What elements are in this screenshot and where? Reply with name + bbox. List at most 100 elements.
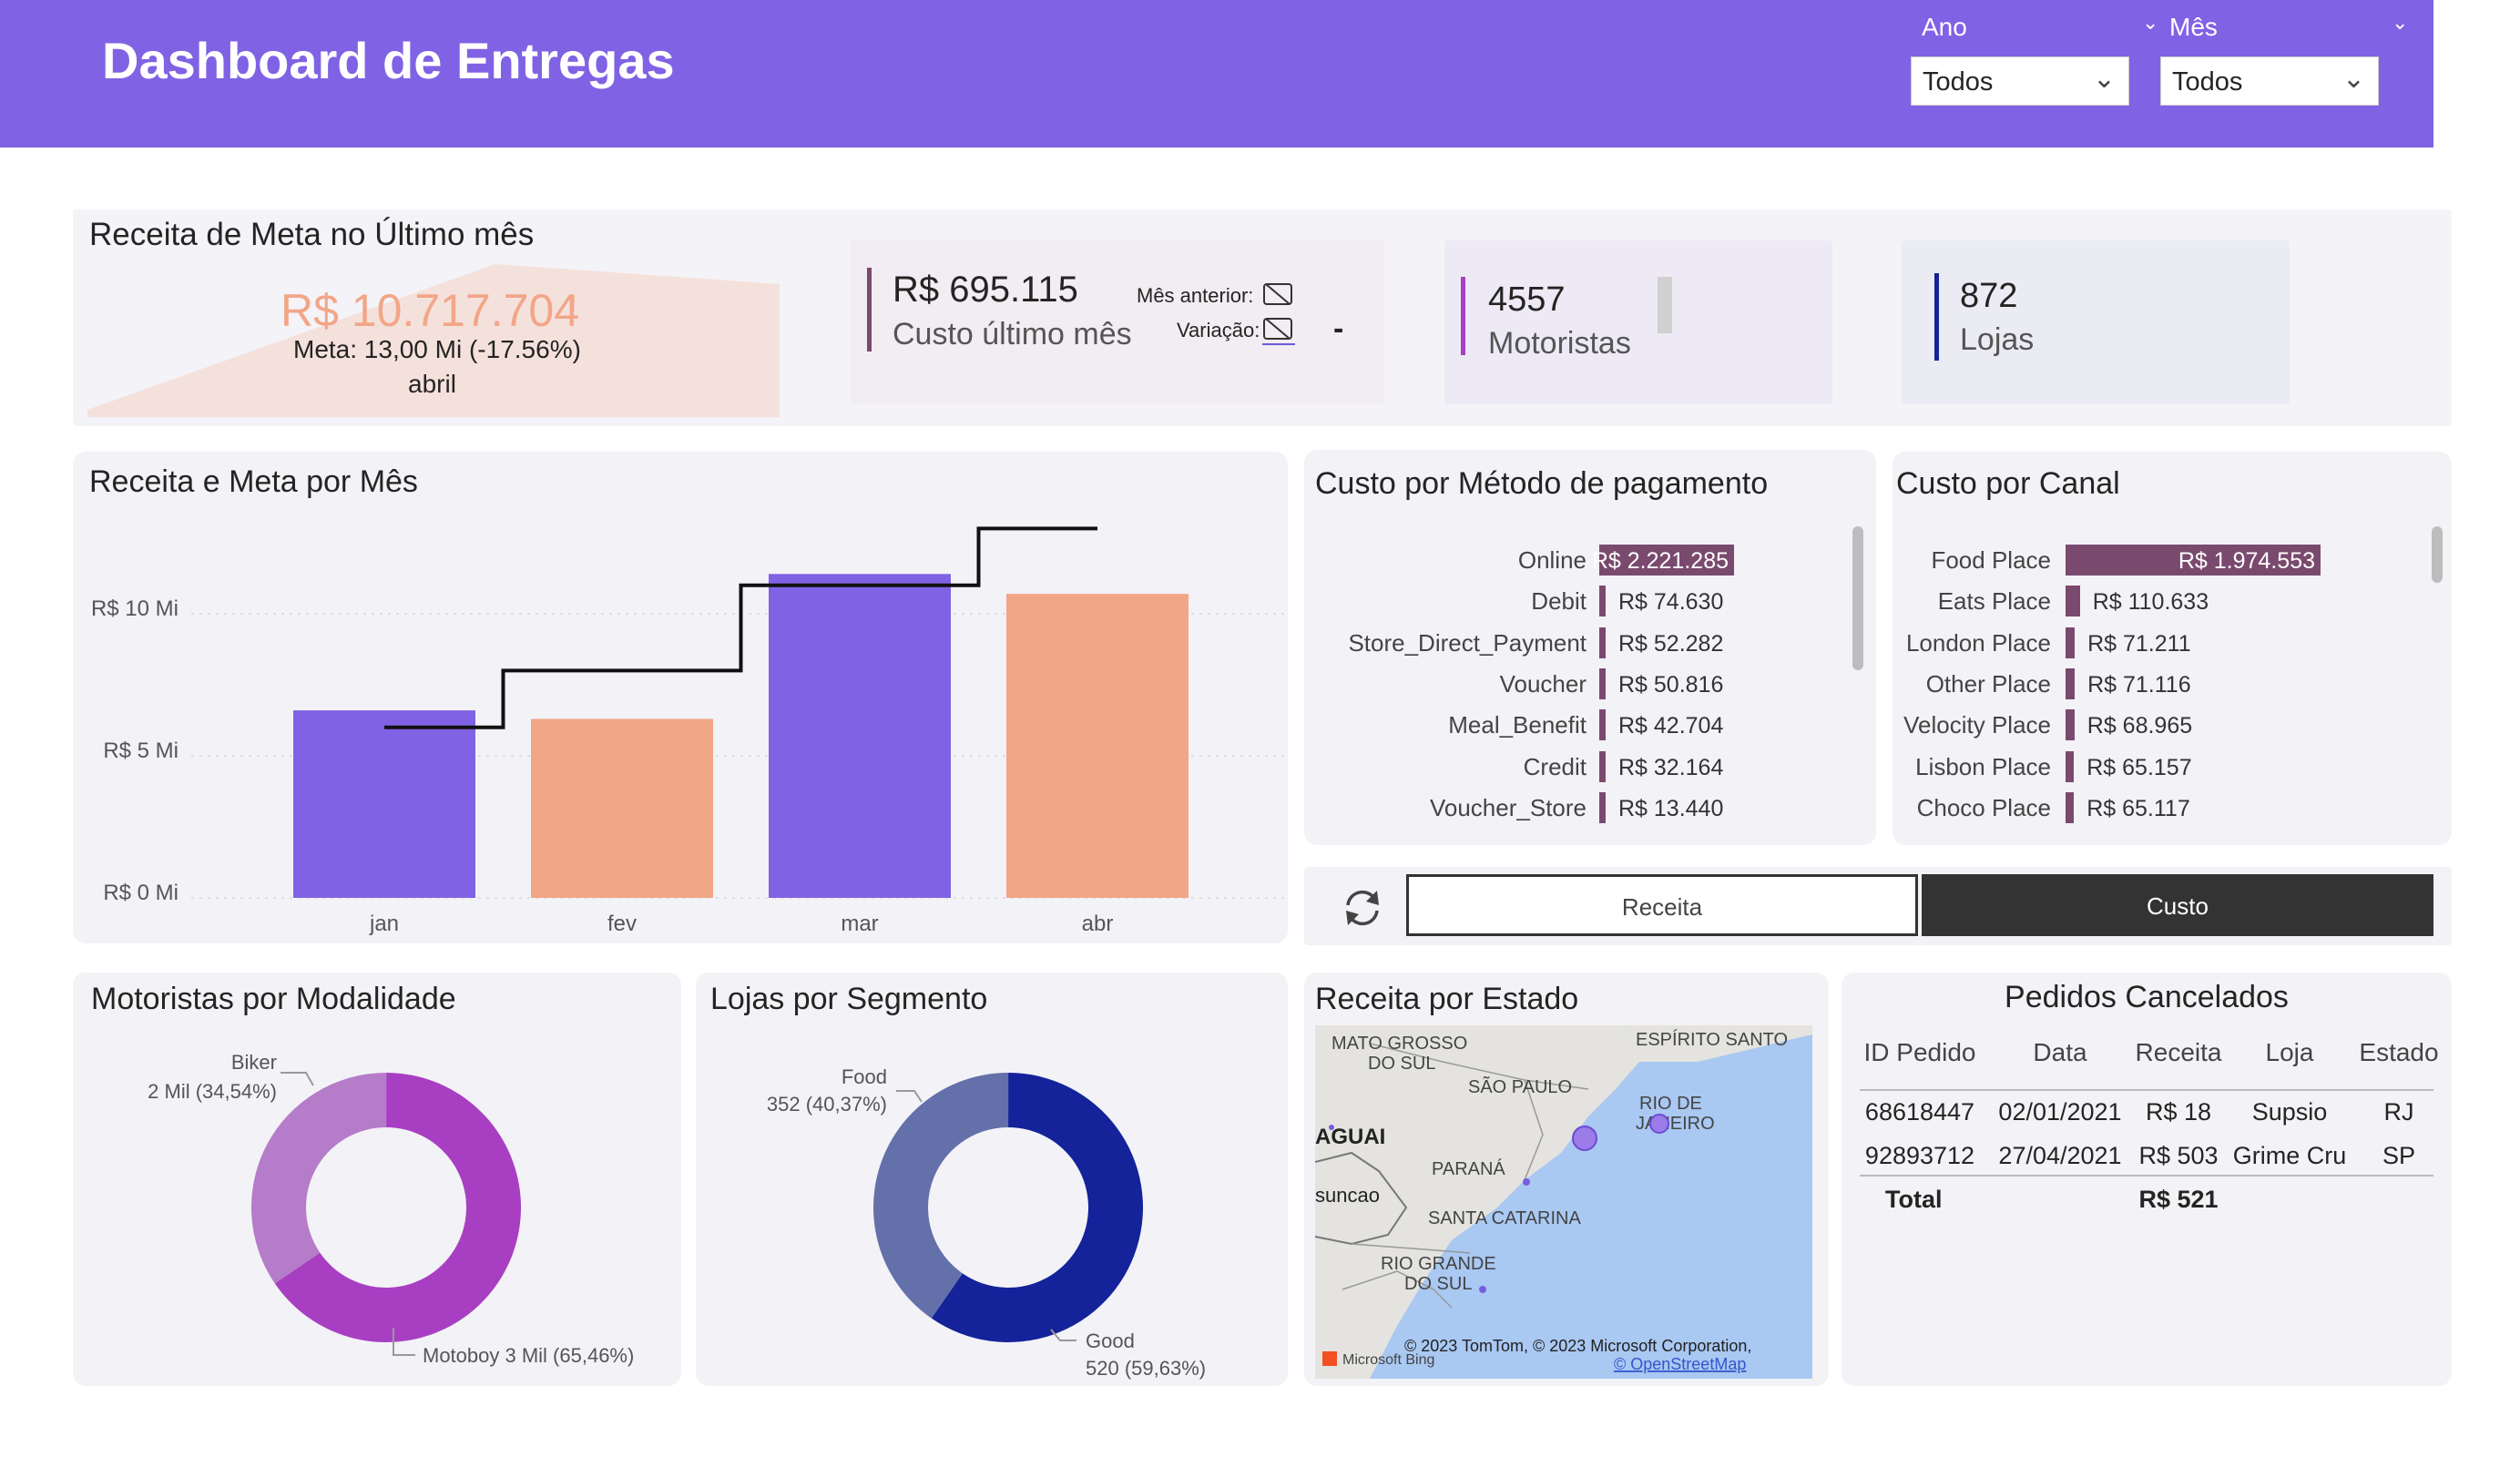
row-label: Meal_Benefit bbox=[1448, 711, 1586, 739]
filter-mes-dropdown[interactable]: Todos ⌄ bbox=[2160, 56, 2379, 106]
row-label: Choco Place bbox=[1916, 793, 2051, 821]
alert-icon: ! bbox=[568, 288, 578, 325]
map-place-label: JANEIRO bbox=[1636, 1114, 1715, 1134]
custo-toggle-button[interactable]: Custo bbox=[1922, 874, 2433, 936]
chevron-down-icon: ⌄ bbox=[2092, 64, 2116, 94]
map-place-label: AGUAI bbox=[1315, 1125, 1385, 1149]
slice-label: Biker bbox=[231, 1051, 277, 1074]
row-value: R$ 71.211 bbox=[2087, 630, 2191, 657]
map-place-label: SÃO PAULO bbox=[1468, 1075, 1572, 1097]
receita-meta-chart: R$ 0 Mi R$ 5 Mi R$ 10 Mi jan fev mar abr bbox=[91, 526, 1284, 936]
y-tick-label: R$ 0 Mi bbox=[103, 881, 179, 905]
kpi-accent-bar bbox=[1934, 273, 1939, 361]
x-tick-label: jan bbox=[369, 912, 399, 936]
table-cell: 92893712 bbox=[1864, 1142, 1975, 1169]
slice-value-label: 520 (59,63%) bbox=[1086, 1357, 1206, 1380]
filter-mes-label: Mês bbox=[2169, 13, 2218, 41]
filter-ano-value: Todos bbox=[1923, 67, 1994, 97]
kpi-mini-bar bbox=[1658, 277, 1672, 333]
filter-mes-value: Todos bbox=[2172, 67, 2243, 97]
slice-biker bbox=[251, 1073, 387, 1284]
bar-voucher_store[interactable] bbox=[1599, 791, 1606, 823]
estado-title: Receita por Estado bbox=[1315, 982, 1579, 1016]
estado-map[interactable]: MATO GROSSO DO SUL ESPÍRITO SANTO SÃO PA… bbox=[1315, 1025, 1812, 1379]
slice-label: Good bbox=[1086, 1330, 1135, 1352]
filter-ano-dropdown[interactable]: Todos ⌄ bbox=[1911, 56, 2129, 106]
canal-title: Custo por Canal bbox=[1896, 466, 2120, 501]
bar-london-place[interactable] bbox=[2066, 627, 2076, 658]
x-tick-label: abr bbox=[1082, 912, 1114, 936]
map-place-label: SANTA CATARINA bbox=[1428, 1208, 1581, 1228]
map-place-label: DO SUL bbox=[1404, 1274, 1472, 1294]
map-place-label: RIO DE bbox=[1639, 1094, 1702, 1114]
kpi-prev-label: Mês anterior: bbox=[1137, 284, 1254, 307]
no-data-icon bbox=[1262, 318, 1295, 345]
kpi-motoristas-label: Motoristas bbox=[1488, 326, 1631, 361]
row-label: Food Place bbox=[1931, 546, 2051, 574]
row-label: Credit bbox=[1523, 752, 1586, 780]
total-label: Total bbox=[1885, 1186, 1943, 1213]
custo-toggle-label: Custo bbox=[2147, 892, 2209, 920]
map-place-label: RIO GRANDE bbox=[1381, 1254, 1496, 1274]
cancelados-title: Pedidos Cancelados bbox=[2005, 980, 2289, 1014]
map-bubble-small bbox=[1523, 1178, 1530, 1186]
header-divider bbox=[1860, 1089, 2433, 1091]
x-tick-label: fev bbox=[607, 912, 637, 936]
map-place-label: MATO GROSSO bbox=[1331, 1034, 1467, 1054]
map-place-label: ESPÍRITO SANTO bbox=[1636, 1029, 1788, 1050]
y-tick-label: R$ 10 Mi bbox=[91, 596, 179, 621]
row-label: Eats Place bbox=[1937, 587, 2051, 616]
bar-meal_benefit[interactable] bbox=[1599, 709, 1606, 741]
cancelados-card bbox=[1842, 973, 2452, 1386]
column-header[interactable]: Estado bbox=[2326, 1038, 2472, 1067]
scrollbar[interactable] bbox=[2432, 526, 2443, 583]
kpi-var-value: - bbox=[1333, 311, 1344, 346]
bar-eats-place[interactable] bbox=[2066, 586, 2080, 617]
kpi-motoristas-card: 4557 Motoristas bbox=[1444, 240, 1832, 404]
receita-toggle-button[interactable]: Receita bbox=[1406, 874, 1918, 936]
map-bubble-rj bbox=[1649, 1114, 1669, 1134]
receita-toggle-label: Receita bbox=[1621, 893, 1703, 921]
pagamento-title: Custo por Método de pagamento bbox=[1315, 466, 1769, 501]
row-label: Other Place bbox=[1925, 669, 2051, 698]
chevron-down-icon[interactable]: ⌄ bbox=[2392, 11, 2408, 35]
kpi-accent-bar bbox=[1461, 277, 1465, 355]
bar-jan bbox=[293, 710, 475, 898]
refresh-icon[interactable] bbox=[1337, 885, 1388, 931]
chevron-down-icon: ⌄ bbox=[2341, 64, 2365, 94]
map-bubble-small bbox=[1329, 1125, 1334, 1130]
bar-lisbon-place[interactable] bbox=[2066, 750, 2075, 782]
row-value: R$ 110.633 bbox=[2092, 589, 2209, 616]
map-bubble-sp bbox=[1572, 1126, 1597, 1151]
table-cell: 68618447 bbox=[1864, 1098, 1975, 1126]
row-label: Voucher bbox=[1499, 669, 1586, 698]
slice-food bbox=[873, 1073, 1009, 1319]
kpi-custo-card: R$ 695.115 Custo último mês Mês anterior… bbox=[851, 240, 1384, 404]
row-value: R$ 65.157 bbox=[2086, 754, 2192, 780]
kpi-meta-goal: Meta: 13,00 Mi (-17.56%) bbox=[293, 335, 581, 363]
kpi-custo-label: Custo último mês bbox=[893, 317, 1132, 352]
bar-credit[interactable] bbox=[1599, 750, 1606, 782]
bar-store_direct_payment[interactable] bbox=[1599, 627, 1606, 658]
bar-choco-place[interactable] bbox=[2066, 791, 2075, 823]
segmento-donut: Food 352 (40,37%) Good 520 (59,63%) bbox=[767, 1065, 1206, 1380]
bar-voucher[interactable] bbox=[1599, 667, 1606, 699]
map-bubble-small bbox=[1479, 1286, 1486, 1293]
bar-other-place[interactable] bbox=[2066, 667, 2076, 699]
page-title: Dashboard de Entregas bbox=[102, 32, 675, 89]
kpi-meta-month: abril bbox=[408, 370, 456, 398]
bar-velocity-place[interactable] bbox=[2066, 709, 2075, 741]
bar-debit[interactable] bbox=[1599, 586, 1606, 617]
chevron-down-icon[interactable]: ⌄ bbox=[2142, 11, 2158, 35]
table-cell: RJ bbox=[2383, 1098, 2414, 1126]
row-value: R$ 65.117 bbox=[2086, 795, 2190, 821]
x-tick-label: mar bbox=[841, 912, 878, 936]
slice-value-label: 352 (40,37%) bbox=[767, 1093, 887, 1116]
kpi-accent-bar bbox=[867, 268, 872, 352]
bar-mar bbox=[769, 574, 951, 898]
bar-fev bbox=[531, 718, 713, 898]
row-label: Online bbox=[1517, 546, 1586, 574]
column-header[interactable]: ID Pedido bbox=[1847, 1038, 1993, 1067]
total-divider bbox=[1860, 1175, 2433, 1177]
kpi-meta-value: R$ 10.717.704 bbox=[281, 285, 580, 336]
